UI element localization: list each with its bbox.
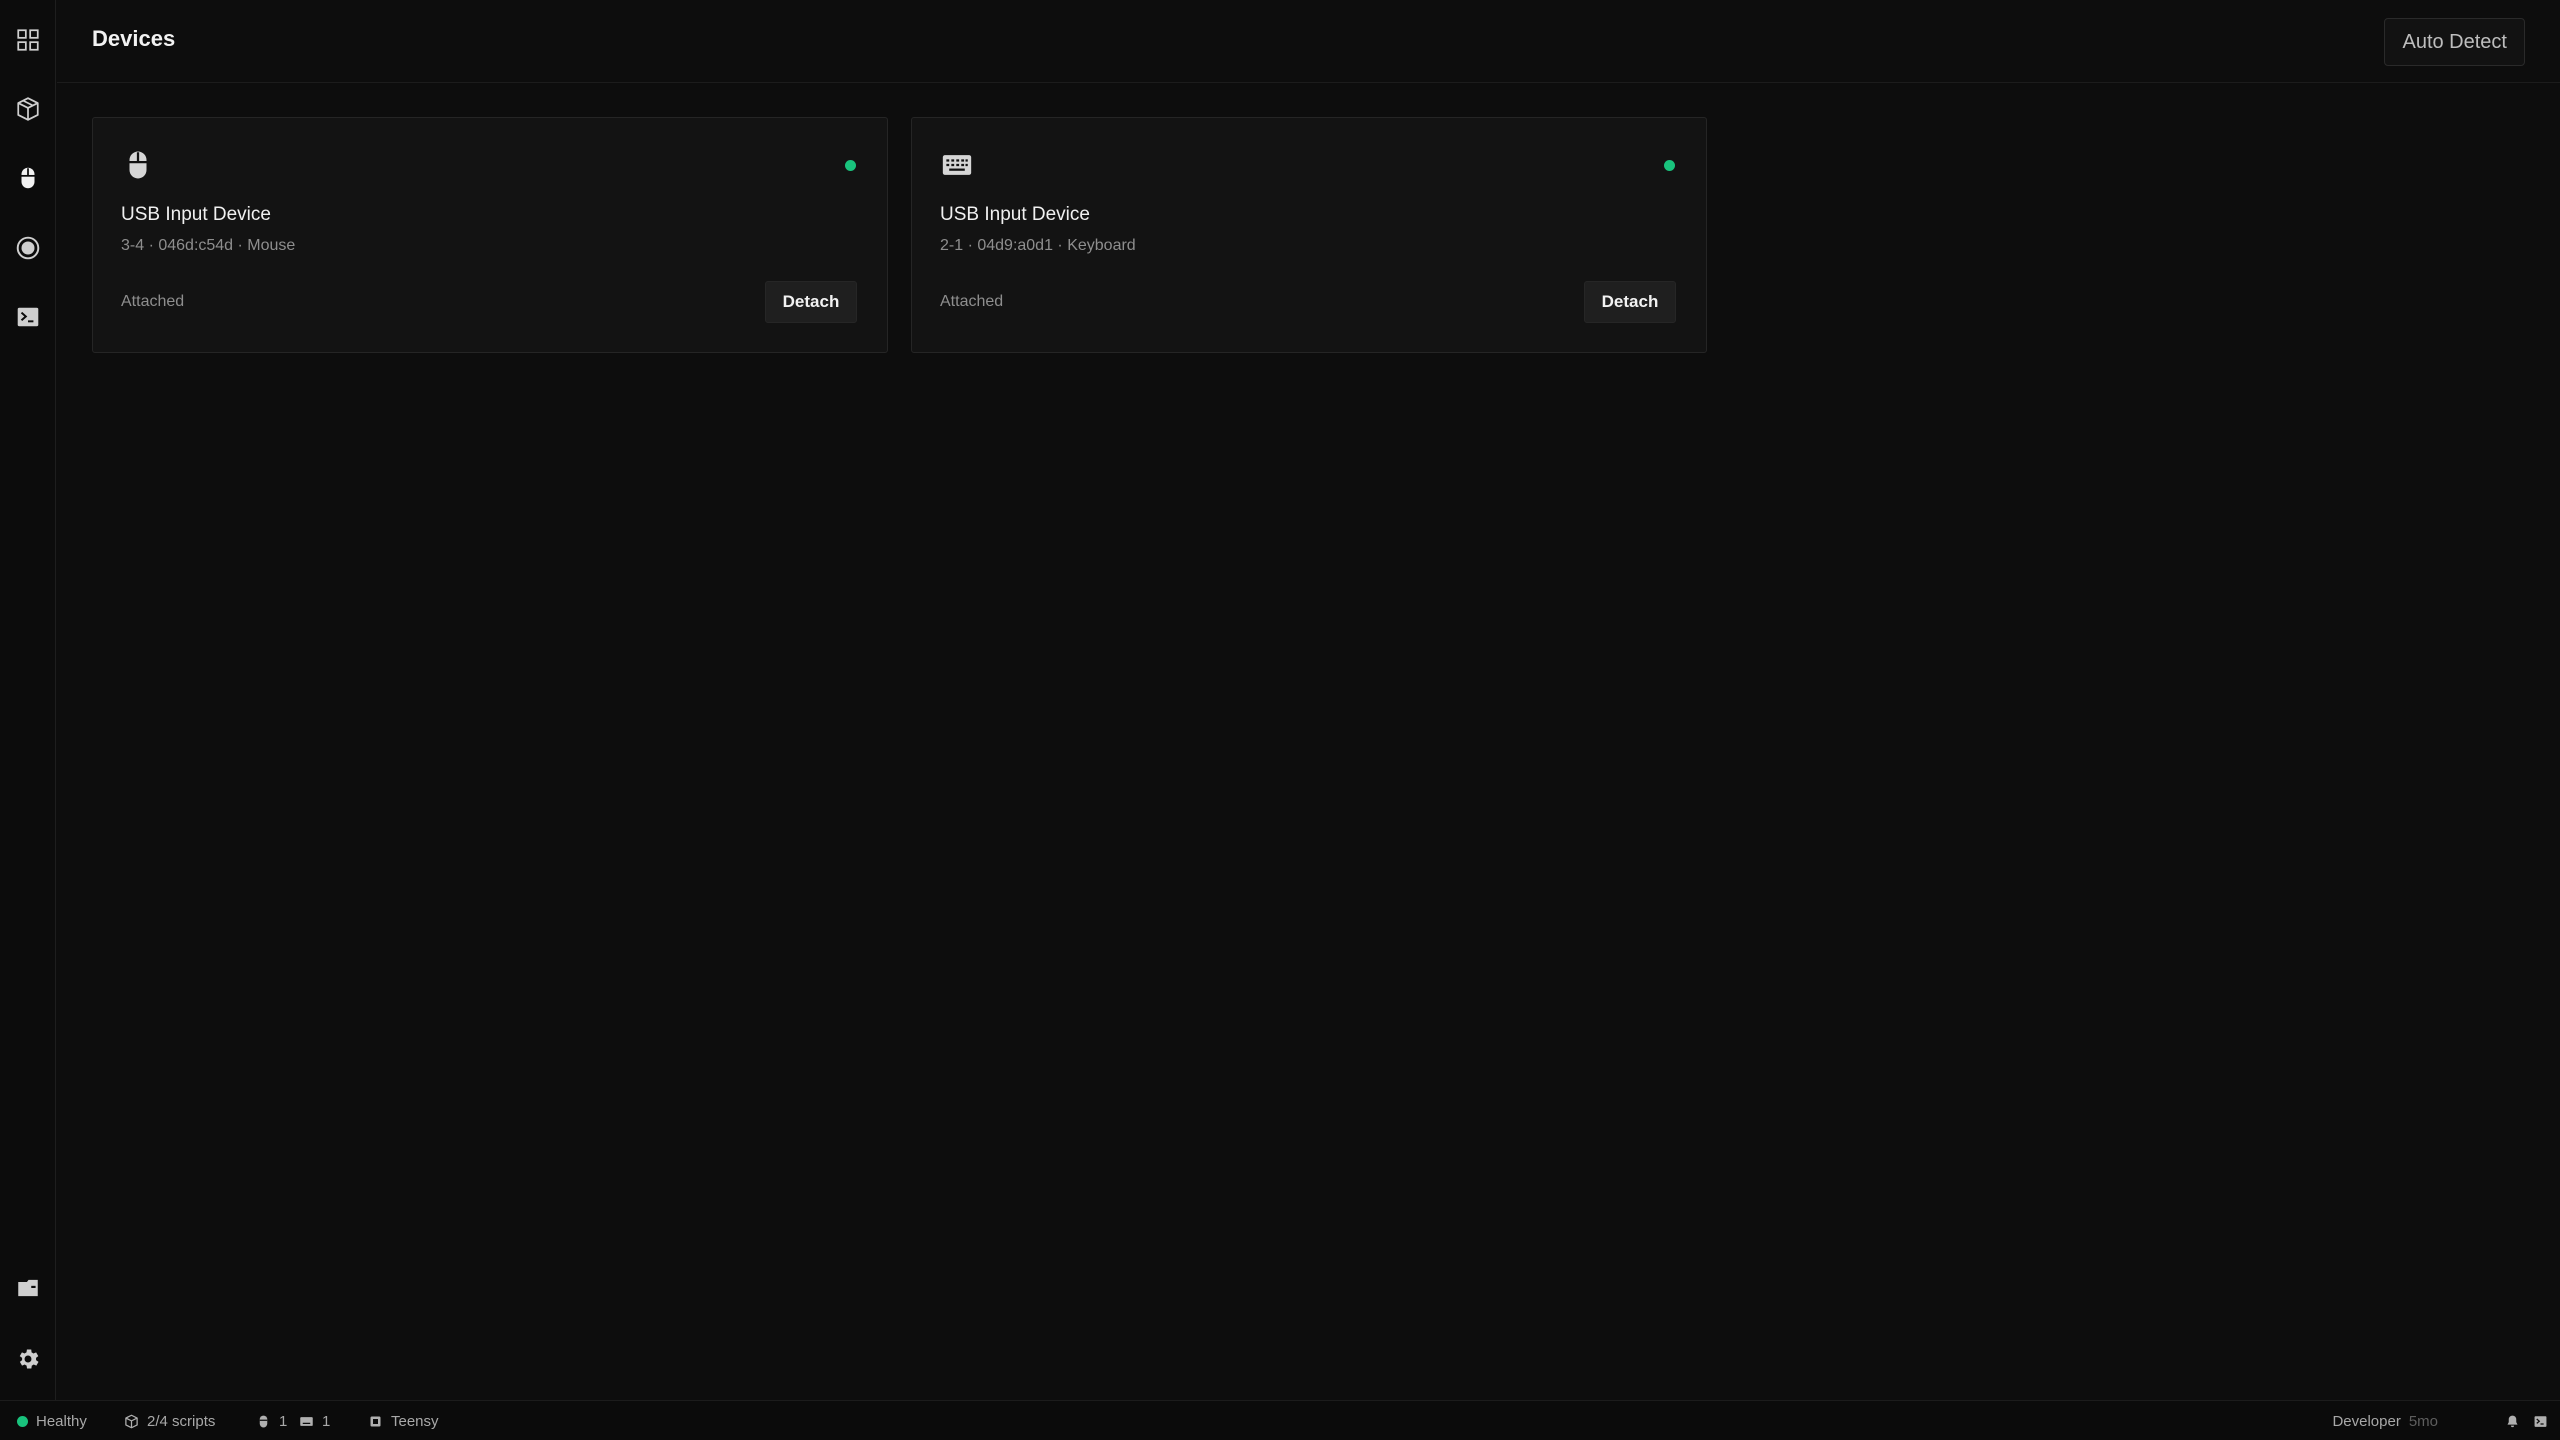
app-window: Devices Auto Detect USB Input Device 3-4… [0, 0, 2560, 1440]
terminal-icon [17, 307, 39, 327]
keyboard-count: 1 [322, 1412, 331, 1430]
mode-label: Developer [2332, 1412, 2401, 1430]
health-label: Healthy [36, 1412, 87, 1430]
chip-icon [370, 1416, 381, 1426]
hardware-label: Teensy [391, 1412, 439, 1430]
sidebar-item-record[interactable] [8, 228, 48, 268]
device-card-keyboard: USB Input Device 2-1 · 04d9:a0d1 · Keybo… [911, 117, 1707, 353]
keyboard-count-indicator[interactable]: 1 [299, 1401, 330, 1440]
sidebar-item-dashboard[interactable] [8, 20, 48, 60]
connection-status-dot [1664, 160, 1675, 171]
device-meta: 2-1 · 04d9:a0d1 · Keyboard [940, 237, 1136, 254]
sidebar-item-scripts[interactable] [8, 89, 48, 129]
gear-icon [19, 1349, 39, 1369]
device-card-mouse: USB Input Device 3-4 · 046d:c54d · Mouse… [92, 117, 888, 353]
scripts-indicator[interactable]: 2/4 scripts [124, 1401, 215, 1440]
page-title: Devices [92, 26, 176, 51]
connection-status-dot [845, 160, 856, 171]
keyboard-icon [942, 155, 972, 175]
mouse-icon [129, 151, 147, 179]
bell-icon [2507, 1415, 2518, 1427]
mouse-count-indicator[interactable]: 1 [256, 1401, 287, 1440]
auto-detect-button[interactable]: Auto Detect [2384, 18, 2525, 66]
sidebar-item-storage[interactable] [8, 1268, 48, 1308]
record-icon [16, 236, 40, 260]
detach-button[interactable]: Detach [765, 281, 857, 323]
status-bar: Healthy 2/4 scripts 1 1 Teensy Developer… [0, 1400, 2560, 1440]
mode-indicator[interactable]: Developer 5mo [2332, 1401, 2438, 1440]
device-status: Attached [940, 293, 1004, 310]
package-icon [17, 97, 39, 121]
grid-icon [17, 29, 39, 51]
page-header: Devices Auto Detect [57, 0, 2560, 83]
health-dot [17, 1415, 28, 1427]
health-indicator[interactable]: Healthy [17, 1401, 87, 1440]
sidebar-item-console[interactable] [8, 297, 48, 337]
notifications-button[interactable] [2505, 1401, 2520, 1440]
detach-button[interactable]: Detach [1584, 281, 1676, 323]
mode-age: 5mo [2408, 1412, 2438, 1430]
hardware-indicator[interactable]: Teensy [368, 1401, 439, 1440]
mouse-icon [259, 1415, 268, 1427]
console-toggle-button[interactable] [2533, 1401, 2548, 1440]
device-name: USB Input Device [940, 204, 1090, 225]
device-status: Attached [121, 293, 185, 310]
mouse-icon [21, 167, 35, 189]
sidebar-item-devices[interactable] [8, 158, 48, 198]
mouse-count: 1 [279, 1412, 288, 1430]
terminal-icon [2534, 1415, 2547, 1427]
sidebar-item-settings[interactable] [8, 1339, 48, 1379]
drawer-icon [18, 1279, 38, 1297]
device-meta: 3-4 · 046d:c54d · Mouse [121, 237, 296, 254]
scripts-label: 2/4 scripts [147, 1412, 216, 1430]
sidebar [0, 0, 56, 1400]
keyboard-icon [300, 1416, 313, 1426]
device-name: USB Input Device [121, 204, 271, 225]
package-icon [125, 1414, 138, 1428]
